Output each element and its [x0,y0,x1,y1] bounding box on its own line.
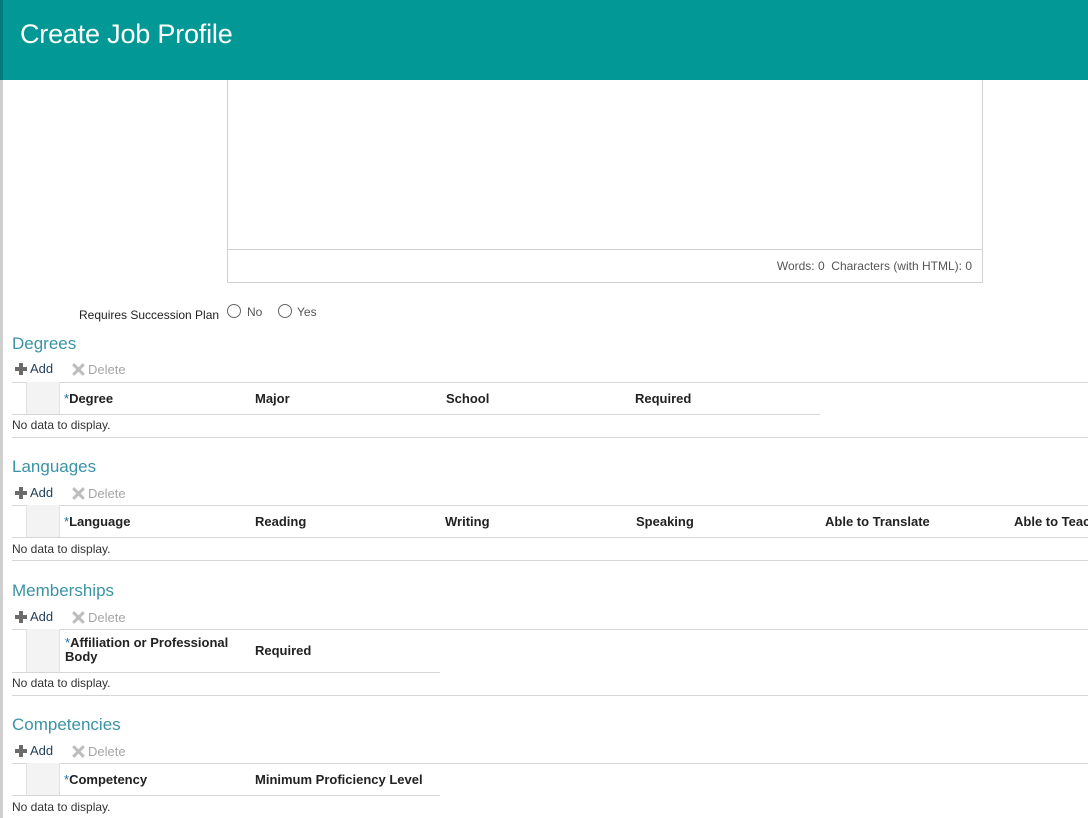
languages-empty-message: No data to display. [12,542,111,556]
competencies-delete-button[interactable]: Delete [72,744,126,759]
delete-label: Delete [88,486,126,501]
memberships-delete-button[interactable]: Delete [72,610,126,625]
left-border [0,80,3,818]
add-label: Add [30,485,54,500]
column-header-required[interactable]: Required [255,643,311,658]
rich-text-editor[interactable]: Words: 0 Characters (with HTML): 0 [227,80,983,283]
plus-icon [15,610,27,623]
competencies-empty-message: No data to display. [12,800,111,814]
degrees-empty-message: No data to display. [12,418,111,432]
delete-label: Delete [88,362,126,377]
editor-word-count: Words: 0 Characters (with HTML): 0 [776,259,972,273]
row-selector-column [26,505,60,537]
delete-label: Delete [88,744,126,759]
add-label: Add [30,609,54,624]
delete-label: Delete [88,610,126,625]
column-header-able-to-translate[interactable]: Able to Translate [825,514,930,529]
close-icon [72,745,85,758]
editor-text-area[interactable] [228,80,982,250]
section-separator [12,695,1088,696]
plus-icon [15,362,27,375]
page-header: Create Job Profile [0,0,1088,80]
succession-no-radio[interactable] [227,304,241,318]
languages-add-button[interactable]: Add [15,485,53,500]
section-title-languages: Languages [12,457,97,476]
section-title-competencies: Competencies [12,715,121,734]
row-selector-column [26,629,60,672]
competencies-table-header: *Competency Minimum Proficiency Level [12,763,440,796]
section-separator [12,437,1088,438]
memberships-empty-message: No data to display. [12,676,111,690]
languages-delete-button[interactable]: Delete [72,486,126,501]
column-header-language[interactable]: *Language [64,514,130,529]
add-label: Add [30,743,54,758]
column-header-major[interactable]: Major [255,391,290,406]
column-header-competency[interactable]: *Competency [64,772,147,787]
competencies-add-button[interactable]: Add [15,743,53,758]
memberships-table-header: *Affiliation or Professional Body Requir… [12,629,440,673]
degrees-table-header: *Degree Major School Required [12,382,820,415]
column-header-reading[interactable]: Reading [255,514,306,529]
succession-yes-label[interactable]: Yes [297,305,317,319]
plus-icon [15,486,27,499]
succession-no-label[interactable]: No [247,305,262,319]
succession-yes-radio[interactable] [278,304,292,318]
succession-plan-label: Requires Succession Plan [79,308,220,322]
plus-icon [15,744,27,757]
close-icon [72,611,85,624]
close-icon [72,487,85,500]
column-header-able-to-teach[interactable]: Able to Teac [1014,514,1088,529]
add-label: Add [30,361,54,376]
column-header-writing[interactable]: Writing [445,514,490,529]
memberships-add-button[interactable]: Add [15,609,53,624]
degrees-add-button[interactable]: Add [15,361,53,376]
page-title: Create Job Profile [20,19,233,49]
column-header-minimum-proficiency[interactable]: Minimum Proficiency Level [255,772,423,787]
section-title-memberships: Memberships [12,581,115,600]
languages-table-header: *Language Reading Writing Speaking Able … [12,505,1088,538]
row-selector-column [26,382,60,414]
degrees-delete-button[interactable]: Delete [72,362,126,377]
column-header-speaking[interactable]: Speaking [636,514,694,529]
column-header-required[interactable]: Required [635,391,691,406]
close-icon [72,363,85,376]
section-title-degrees: Degrees [12,334,77,353]
row-selector-column [26,763,60,795]
column-header-school[interactable]: School [446,391,489,406]
column-header-affiliation[interactable]: *Affiliation or Professional Body [65,636,245,664]
section-separator [12,560,1088,561]
column-header-degree[interactable]: *Degree [64,391,113,406]
